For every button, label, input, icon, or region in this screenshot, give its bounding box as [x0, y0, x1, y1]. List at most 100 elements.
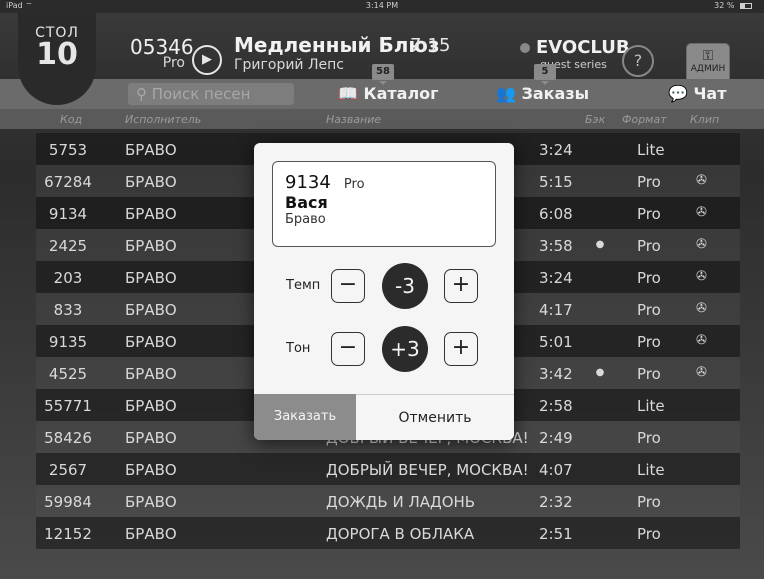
row-artist: БРАВО — [125, 493, 177, 511]
col-clip: Клип — [690, 113, 720, 126]
row-format: Pro — [637, 269, 661, 287]
cancel-button[interactable]: Отменить — [356, 394, 514, 440]
orders-count-badge: 5 — [534, 64, 556, 85]
row-code: 9134 — [48, 205, 88, 223]
row-duration: 3:24 — [539, 269, 573, 287]
key-icon: ⚿ — [702, 48, 714, 64]
table-number: 10 — [36, 37, 78, 72]
column-header: Код Исполнитель Название Бэк Формат Клип — [0, 109, 764, 129]
table-badge: СТОЛ 10 — [18, 13, 96, 105]
tab-catalog[interactable]: 58 📖 Каталог — [338, 64, 439, 103]
film-reel-icon: ✇ — [696, 333, 707, 348]
app-screen: iPad ⌔ 3:14 PM 32 % 05346 Pro ▶ Медленны… — [0, 0, 764, 579]
row-artist: БРАВО — [125, 173, 177, 191]
row-code: 9135 — [48, 333, 88, 351]
row-artist: БРАВО — [125, 397, 177, 415]
row-duration: 3:42 — [539, 365, 573, 383]
tone-label: Тон — [286, 341, 311, 356]
row-artist: БРАВО — [125, 365, 177, 383]
table-row[interactable]: 12152 БРАВО ДОРОГА В ОБЛАКА 2:51 Pro — [36, 517, 740, 549]
row-title: ДОРОГА В ОБЛАКА — [326, 525, 475, 543]
row-format: Pro — [637, 365, 661, 383]
help-button[interactable]: ? — [622, 45, 654, 77]
brand-logo: EVOCLUB — [520, 37, 630, 58]
row-format: Pro — [637, 301, 661, 319]
order-button[interactable]: Заказать — [254, 394, 356, 440]
chat-icon: 💬 — [668, 84, 688, 103]
row-duration: 4:17 — [539, 301, 573, 319]
tempo-minus-button[interactable]: − — [331, 269, 365, 303]
row-code: 12152 — [44, 525, 92, 543]
selected-song-format: Pro — [343, 177, 365, 192]
search-icon: ⚲ — [136, 85, 147, 103]
film-reel-icon: ✇ — [696, 269, 707, 284]
row-artist: БРАВО — [125, 525, 177, 543]
book-icon: 📖 — [338, 84, 358, 103]
row-duration: 6:08 — [539, 205, 573, 223]
tab-chat[interactable]: 💬 Чат — [668, 84, 727, 103]
selected-song-code: 9134 — [285, 172, 331, 193]
now-playing-artist: Григорий Лепс — [234, 57, 344, 73]
selected-song-card: 9134 Pro Вася Браво — [272, 161, 496, 247]
admin-button[interactable]: ⚿ АДМИН — [686, 43, 730, 83]
row-duration: 4:07 — [539, 461, 573, 479]
people-icon: 👥 — [496, 84, 516, 103]
order-dialog: 9134 Pro Вася Браво Темп − -3 + Тон − +3… — [254, 143, 514, 440]
tab-orders-label: Заказы — [521, 84, 590, 103]
brand-name: EVOCLUB — [536, 37, 630, 58]
search-placeholder: Поиск песен — [151, 85, 251, 103]
row-format: Pro — [637, 333, 661, 351]
status-time: 3:14 PM — [365, 1, 399, 10]
battery-percent: 32 % — [714, 1, 735, 10]
row-format: Pro — [637, 429, 661, 447]
row-format: Pro — [637, 525, 661, 543]
now-playing-title: Медленный Блюз — [234, 33, 440, 57]
film-reel-icon: ✇ — [696, 205, 707, 220]
tone-value: +3 — [382, 326, 428, 372]
row-duration: 3:24 — [539, 141, 573, 159]
row-duration: 5:01 — [539, 333, 573, 351]
row-format: Pro — [637, 237, 661, 255]
row-code: 833 — [53, 301, 83, 319]
row-format: Pro — [637, 173, 661, 191]
battery-icon — [740, 2, 752, 9]
play-button[interactable]: ▶ — [192, 45, 222, 75]
row-artist: БРАВО — [125, 333, 177, 351]
row-backing-indicator: ● — [595, 239, 605, 250]
table-row[interactable]: 2567 БРАВО ДОБРЫЙ ВЕЧЕР, МОСКВА! 4:07 Lite — [36, 453, 740, 485]
tone-minus-button[interactable]: − — [331, 332, 365, 366]
row-artist: БРАВО — [125, 301, 177, 319]
row-artist: БРАВО — [125, 205, 177, 223]
film-reel-icon: ✇ — [696, 365, 707, 380]
row-code: 55771 — [44, 397, 92, 415]
tempo-plus-button[interactable]: + — [444, 269, 478, 303]
col-title: Название — [326, 113, 382, 126]
film-reel-icon: ✇ — [696, 301, 707, 316]
row-code: 58426 — [44, 429, 92, 447]
row-code: 2425 — [48, 237, 88, 255]
tab-chat-label: Чат — [693, 84, 727, 103]
info-icon — [520, 43, 530, 53]
catalog-count-badge: 58 — [372, 64, 394, 85]
table-row[interactable]: 59984 БРАВО ДОЖДЬ И ЛАДОНЬ 2:32 Pro — [36, 485, 740, 517]
tab-orders[interactable]: 5 👥 Заказы — [496, 64, 590, 103]
row-format: Lite — [637, 461, 665, 479]
row-duration: 2:51 — [539, 525, 573, 543]
tempo-value: -3 — [382, 263, 428, 309]
search-input[interactable]: ⚲ Поиск песен — [128, 83, 294, 105]
row-duration: 2:49 — [539, 429, 573, 447]
col-artist: Исполнитель — [125, 113, 202, 126]
row-backing-indicator: ● — [595, 367, 605, 378]
row-code: 59984 — [44, 493, 92, 511]
row-artist: БРАВО — [125, 141, 177, 159]
tone-plus-button[interactable]: + — [444, 332, 478, 366]
row-duration: 2:58 — [539, 397, 573, 415]
row-title: ДОЖДЬ И ЛАДОНЬ — [326, 493, 476, 511]
col-format: Формат — [622, 113, 667, 126]
col-back: Бэк — [585, 113, 606, 126]
selected-song-title: Вася — [285, 193, 328, 212]
row-code: 67284 — [44, 173, 92, 191]
now-playing-format: Pro — [162, 55, 185, 71]
row-duration: 2:32 — [539, 493, 573, 511]
row-title: ДОБРЫЙ ВЕЧЕР, МОСКВА! — [326, 461, 529, 479]
